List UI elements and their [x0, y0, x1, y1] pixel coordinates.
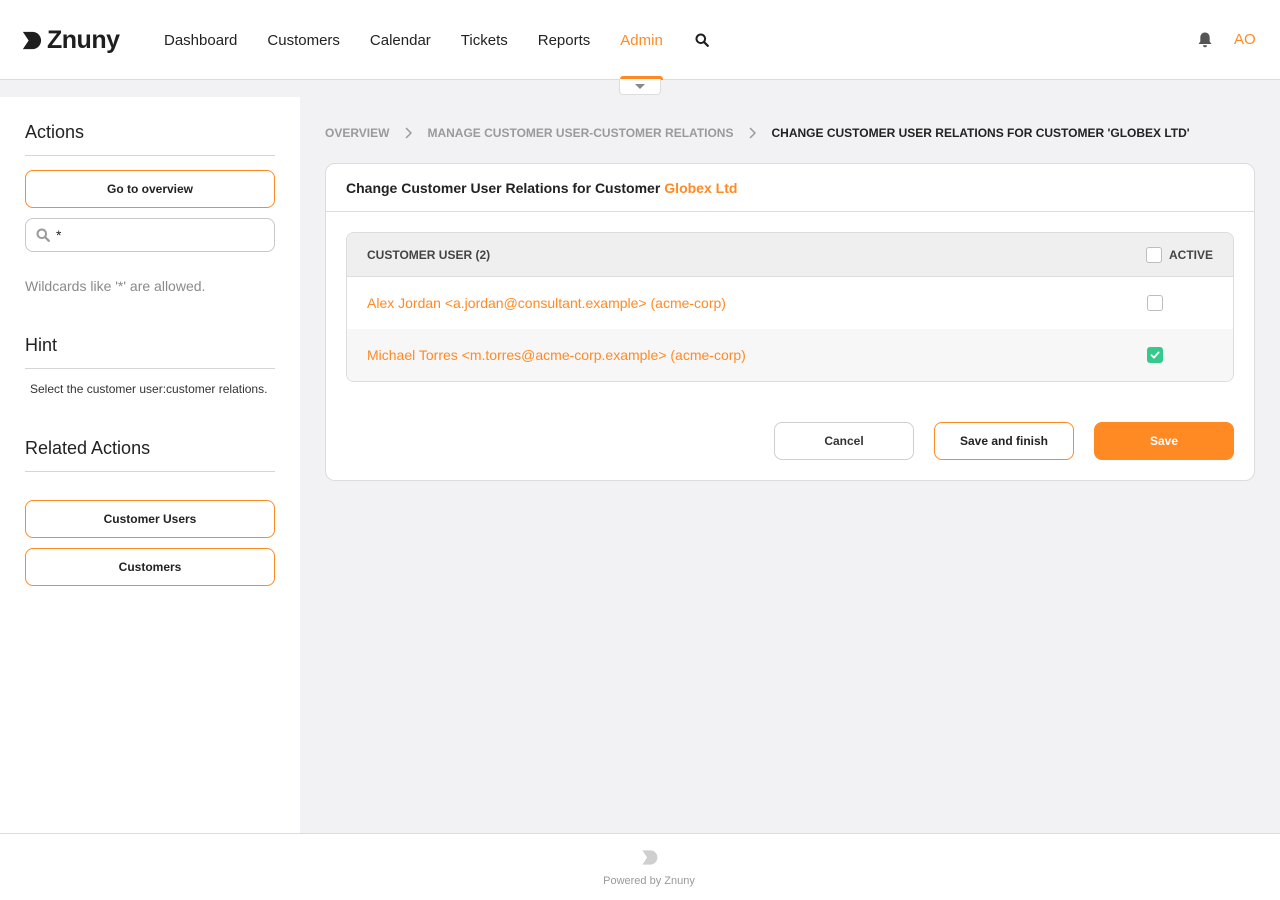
- cancel-button[interactable]: Cancel: [774, 422, 914, 460]
- relations-table: CUSTOMER USER (2) ACTIVE Alex Jordan <a.…: [346, 232, 1234, 382]
- filter-box[interactable]: [25, 218, 275, 252]
- nav-dashboard[interactable]: Dashboard: [149, 0, 252, 80]
- actions-title: Actions: [25, 122, 275, 156]
- nav-customers[interactable]: Customers: [252, 0, 355, 80]
- footer: Powered by Znuny: [0, 833, 1280, 900]
- column-customer-user[interactable]: CUSTOMER USER (2): [367, 248, 490, 262]
- hint-section: Hint: [25, 335, 275, 369]
- breadcrumb: OVERVIEW MANAGE CUSTOMER USER-CUSTOMER R…: [325, 126, 1190, 140]
- nav-admin[interactable]: Admin: [605, 0, 678, 80]
- card-header: Change Customer User Relations for Custo…: [326, 164, 1254, 212]
- filter-input[interactable]: [56, 227, 256, 243]
- nav-reports[interactable]: Reports: [523, 0, 606, 80]
- znuny-logo-icon: [22, 31, 42, 50]
- caret-down-icon: [635, 84, 645, 89]
- customers-button[interactable]: Customers: [25, 548, 275, 586]
- hint-title: Hint: [25, 335, 275, 369]
- user-avatar[interactable]: AO: [1234, 31, 1256, 48]
- table-header: CUSTOMER USER (2) ACTIVE: [347, 233, 1233, 277]
- column-active-label: ACTIVE: [1168, 247, 1213, 262]
- logo-text: Znuny: [47, 26, 120, 54]
- save-button[interactable]: Save: [1094, 422, 1234, 460]
- related-actions-section: Related Actions: [25, 438, 275, 472]
- related-actions-title: Related Actions: [25, 438, 275, 472]
- bell-icon[interactable]: [1196, 31, 1214, 49]
- toolbar-toggle[interactable]: [619, 79, 661, 95]
- actions-section: Actions: [25, 122, 275, 156]
- nav-calendar[interactable]: Calendar: [355, 0, 446, 80]
- search-icon: [695, 33, 709, 47]
- chevron-right-icon: [749, 127, 757, 139]
- hint-text: Select the customer user:customer relati…: [30, 382, 268, 396]
- breadcrumb-manage-relations[interactable]: MANAGE CUSTOMER USER-CUSTOMER RELATIONS: [427, 126, 733, 140]
- column-active: ACTIVE: [1145, 246, 1213, 263]
- chevron-right-icon: [405, 127, 413, 139]
- breadcrumb-current: CHANGE CUSTOMER USER RELATIONS FOR CUSTO…: [771, 126, 1190, 140]
- znuny-logo-icon: [642, 850, 658, 865]
- powered-by-text: Powered by Znuny: [0, 875, 1280, 887]
- customer-user-link[interactable]: Alex Jordan <a.jordan@consultant.example…: [367, 295, 726, 311]
- sidebar: Actions Go to overview Wildcards like '*…: [0, 97, 300, 833]
- checkmark-icon: [1150, 351, 1160, 359]
- main-nav: Dashboard Customers Calendar Tickets Rep…: [149, 0, 722, 80]
- nav-tickets[interactable]: Tickets: [446, 0, 523, 80]
- top-header: Znuny Dashboard Customers Calendar Ticke…: [0, 0, 1280, 80]
- save-and-finish-button[interactable]: Save and finish: [934, 422, 1074, 460]
- powered-by-brand[interactable]: Znuny: [664, 875, 695, 887]
- active-checkbox[interactable]: [1147, 295, 1163, 311]
- powered-by-label: Powered by: [603, 875, 662, 887]
- table-row: Alex Jordan <a.jordan@consultant.example…: [347, 277, 1233, 329]
- wildcard-note: Wildcards like '*' are allowed.: [25, 278, 206, 294]
- app-logo[interactable]: Znuny: [20, 26, 120, 55]
- customer-user-link[interactable]: Michael Torres <m.torres@acme-corp.examp…: [367, 347, 746, 363]
- relations-card: Change Customer User Relations for Custo…: [325, 163, 1255, 481]
- search-icon: [36, 228, 50, 242]
- form-actions: Cancel Save and finish Save: [326, 422, 1254, 460]
- nav-search-button[interactable]: [682, 0, 722, 80]
- breadcrumb-overview[interactable]: OVERVIEW: [325, 126, 389, 140]
- card-title: Change Customer User Relations for Custo…: [346, 179, 661, 196]
- customer-users-button[interactable]: Customer Users: [25, 500, 275, 538]
- customer-name: Globex Ltd: [664, 179, 738, 196]
- active-checkbox[interactable]: [1147, 347, 1163, 363]
- go-to-overview-button[interactable]: Go to overview: [25, 170, 275, 208]
- select-all-checkbox[interactable]: [1145, 246, 1162, 263]
- table-row: Michael Torres <m.torres@acme-corp.examp…: [347, 329, 1233, 381]
